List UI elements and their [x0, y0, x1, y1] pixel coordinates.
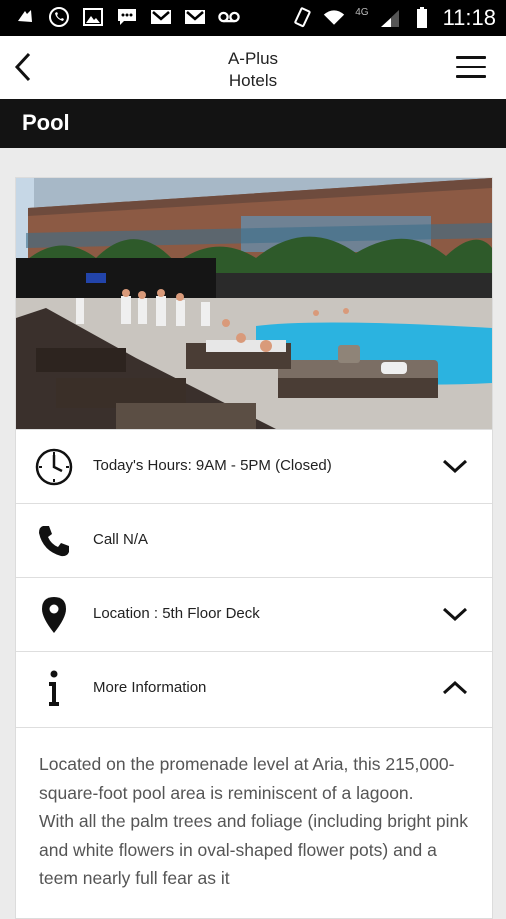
phone-icon	[34, 521, 74, 561]
location-row[interactable]: Location : 5th Floor Deck	[16, 577, 492, 652]
app-title-line2: Hotels	[228, 71, 278, 90]
hamburger-line	[456, 65, 486, 68]
chevron-down-icon[interactable]	[442, 456, 468, 476]
whatsapp-icon	[48, 6, 70, 28]
chevron-up-icon[interactable]	[442, 678, 468, 698]
notification-icons	[14, 6, 240, 28]
chevron-down-icon[interactable]	[442, 604, 468, 624]
battery-icon	[411, 7, 433, 29]
hamburger-line	[456, 56, 486, 59]
wifi-icon	[323, 7, 345, 29]
network-type: 4G	[355, 6, 369, 18]
image-icon	[82, 6, 104, 28]
section-title: Pool	[22, 110, 70, 135]
section-header: Pool	[0, 99, 506, 148]
voicemail-icon	[218, 6, 240, 28]
call-label: Call N/A	[93, 531, 149, 548]
info-icon	[34, 669, 74, 709]
status-bar: 4G 11:18	[0, 0, 506, 36]
system-status: 4G 11:18	[291, 5, 496, 31]
hours-label: Today's Hours: 9AM - 5PM (Closed)	[93, 457, 332, 474]
gmail-icon	[150, 6, 172, 28]
chat-icon	[116, 6, 138, 28]
description-paragraph: With all the palm trees and foliage (inc…	[39, 811, 468, 888]
menu-button[interactable]	[456, 56, 486, 78]
notification-icon	[14, 6, 36, 28]
pool-photo	[16, 178, 492, 429]
description-paragraph: Located on the promenade level at Aria, …	[39, 754, 455, 803]
venue-card: Today's Hours: 9AM - 5PM (Closed) Call N…	[15, 177, 493, 919]
description-text: Located on the promenade level at Aria, …	[16, 727, 492, 893]
app-title-line1: A-Plus	[227, 49, 279, 68]
rotate-icon	[291, 7, 313, 29]
more-info-row[interactable]: More Information	[16, 651, 492, 726]
app-title: A-Plus Hotels	[0, 48, 506, 92]
signal-icon	[379, 7, 401, 29]
app-bar: A-Plus Hotels	[0, 36, 506, 99]
clock-icon	[34, 447, 74, 487]
clock-time: 11:18	[442, 5, 496, 30]
call-row[interactable]: Call N/A	[16, 503, 492, 578]
gmail-icon	[184, 6, 206, 28]
location-pin-icon	[34, 595, 74, 635]
hours-row[interactable]: Today's Hours: 9AM - 5PM (Closed)	[16, 429, 492, 504]
hamburger-line	[456, 75, 486, 78]
more-info-label: More Information	[93, 679, 207, 696]
location-label: Location : 5th Floor Deck	[93, 605, 260, 622]
